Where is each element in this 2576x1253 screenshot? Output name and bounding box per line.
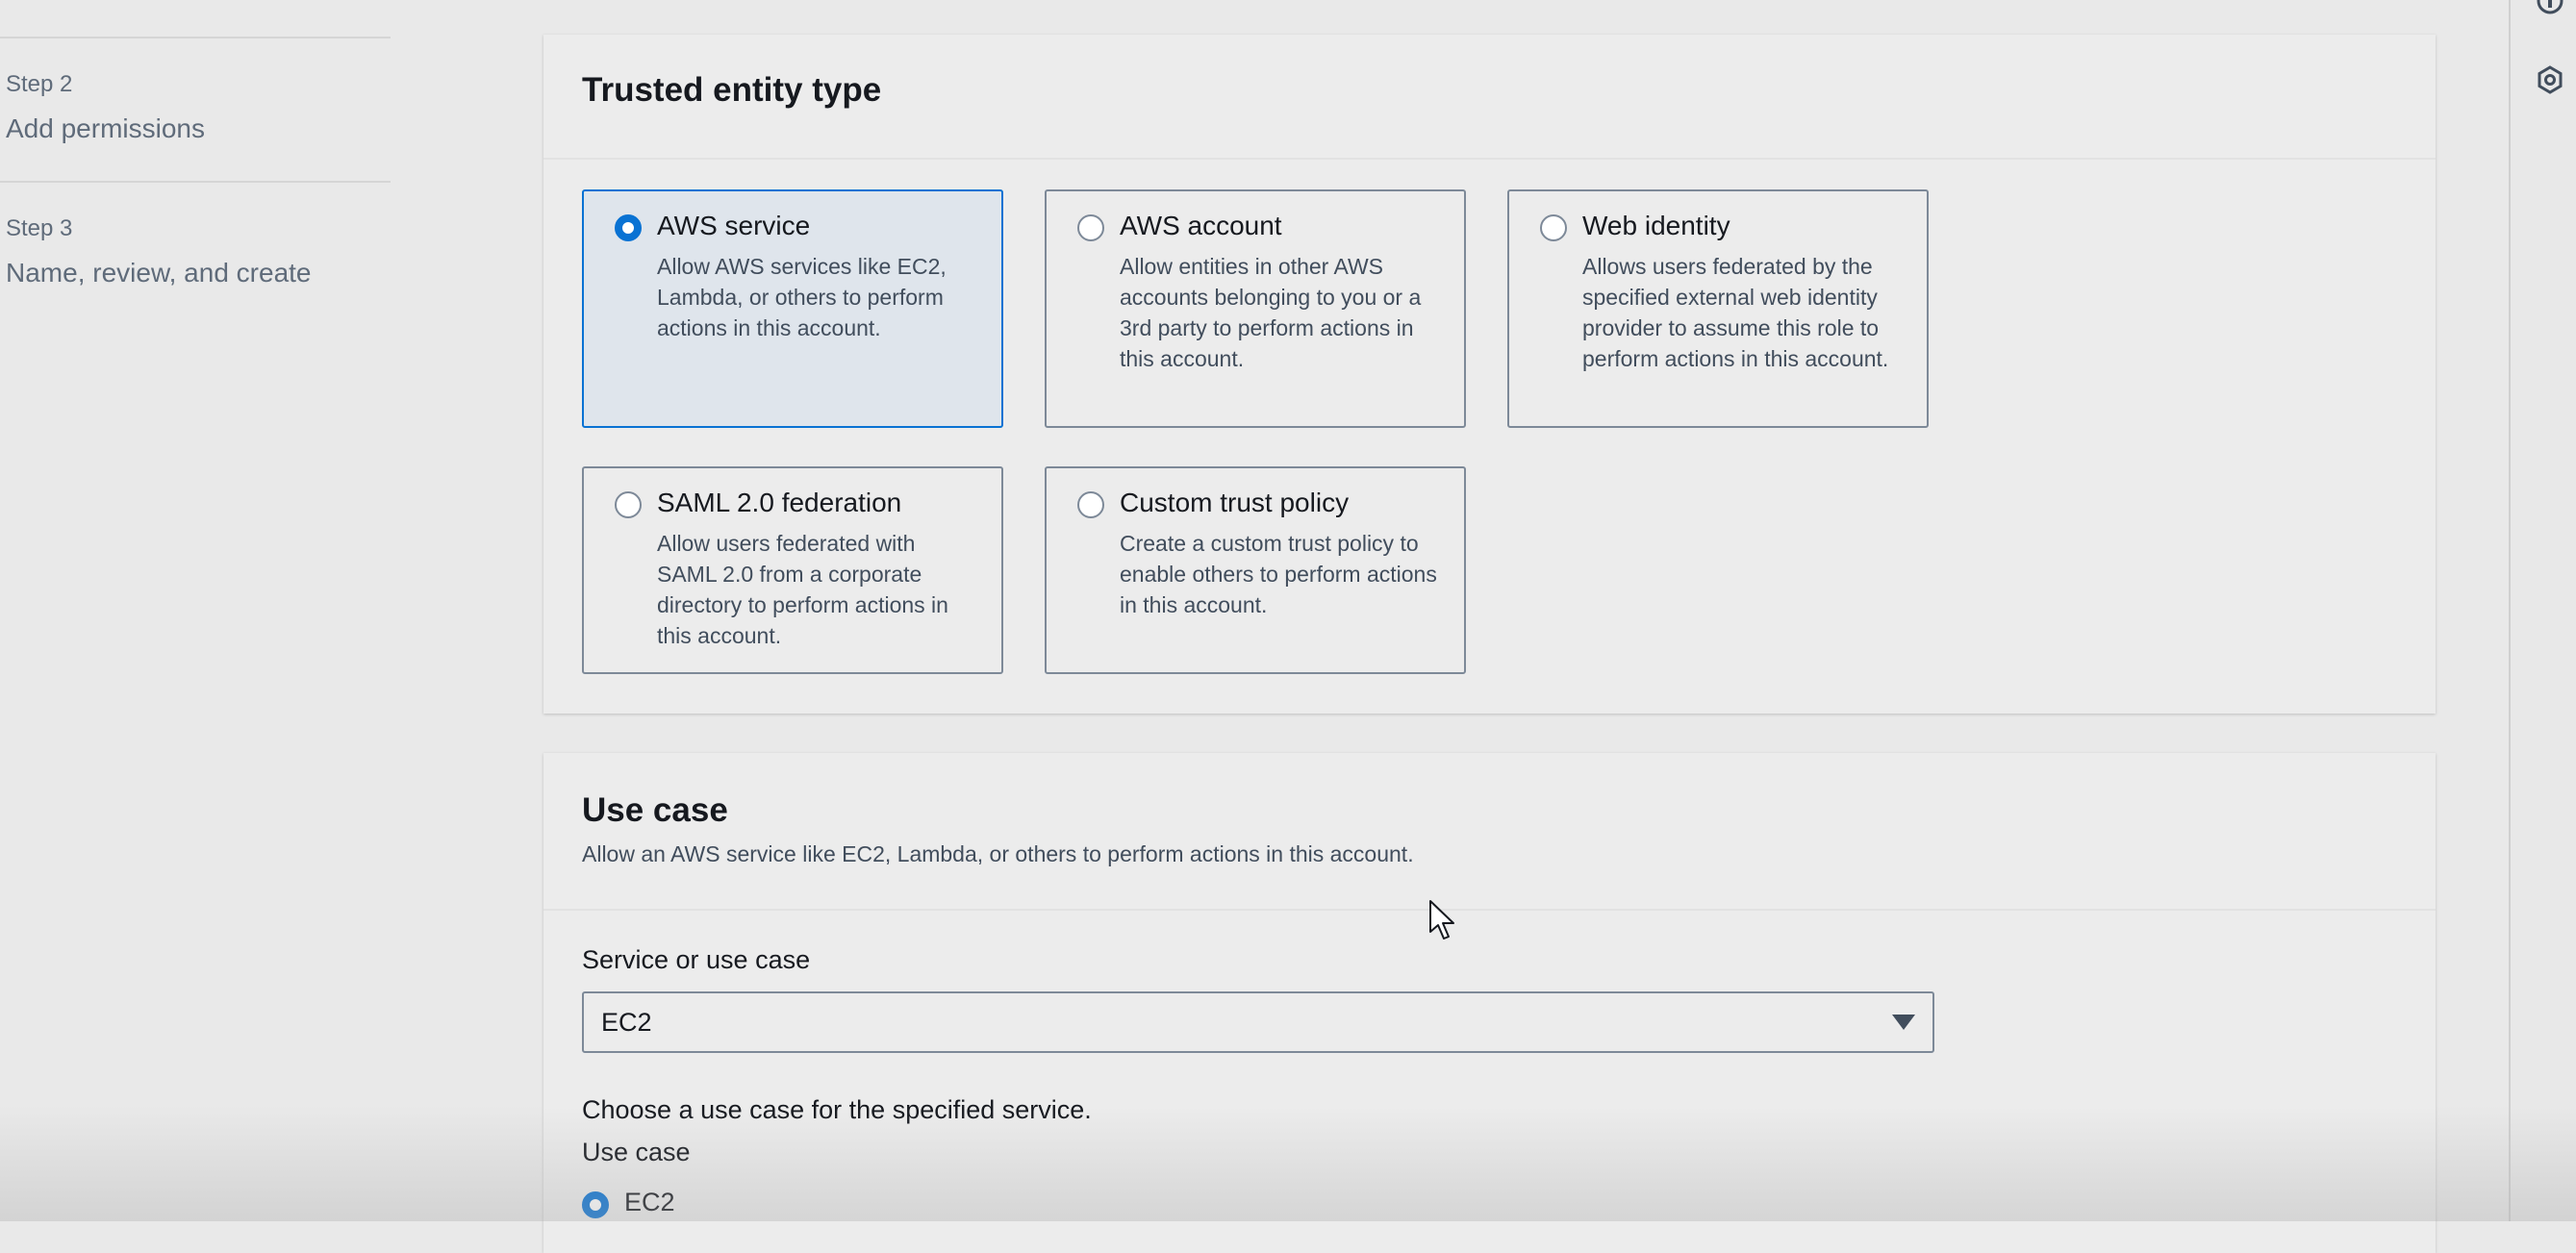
tile-label: Web identity — [1582, 211, 1730, 240]
tile-custom-trust-policy[interactable]: Custom trust policy Create a custom trus… — [1045, 466, 1466, 674]
use-case-ec2-radio[interactable] — [582, 1191, 609, 1218]
tile-saml-federation[interactable]: SAML 2.0 federation Allow users federate… — [582, 466, 1003, 674]
service-field-label: Service or use case — [582, 945, 811, 974]
use-case-description: Allow an AWS service like EC2, Lambda, o… — [582, 841, 1414, 866]
service-select-value: EC2 — [601, 1008, 652, 1037]
step-2-number: Step 2 — [6, 71, 73, 97]
tile-description: Allow entities in other AWS accounts bel… — [1120, 254, 1422, 371]
step-divider — [0, 181, 391, 183]
tile-label: Custom trust policy — [1120, 488, 1350, 517]
use-case-field-label: Use case — [582, 1138, 691, 1166]
custom-trust-policy-radio[interactable] — [1077, 491, 1104, 518]
choose-use-case-text: Choose a use case for the specified serv… — [582, 1095, 1092, 1124]
step-2-title[interactable]: Add permissions — [6, 113, 205, 144]
mouse-cursor-icon — [1428, 899, 1457, 941]
trusted-entity-title: Trusted entity type — [582, 71, 882, 109]
caret-down-icon — [1892, 1015, 1915, 1030]
tile-description: Allows users federated by the specified … — [1582, 254, 1889, 371]
use-case-title: Use case — [582, 791, 728, 829]
service-select[interactable]: EC2 — [582, 991, 1934, 1053]
step-divider — [0, 37, 391, 38]
use-case-container: Use case Allow an AWS service like EC2, … — [543, 753, 2436, 1253]
tile-description: Allow users federated with SAML 2.0 from… — [657, 531, 948, 648]
trusted-entity-header: Trusted entity type — [543, 35, 2436, 160]
settings-hexagon-icon[interactable] — [2536, 65, 2564, 94]
step-3-number: Step 3 — [6, 215, 73, 241]
web-identity-radio[interactable] — [1540, 214, 1567, 241]
tile-description: Allow AWS services like EC2, Lambda, or … — [657, 254, 947, 340]
use-case-ec2-label: EC2 — [624, 1188, 675, 1216]
tile-aws-service[interactable]: AWS service Allow AWS services like EC2,… — [582, 189, 1003, 428]
tile-web-identity[interactable]: Web identity Allows users federated by t… — [1507, 189, 1929, 428]
tile-aws-account[interactable]: AWS account Allow entities in other AWS … — [1045, 189, 1466, 428]
saml-federation-radio[interactable] — [615, 491, 642, 518]
aws-service-radio[interactable] — [615, 214, 642, 241]
tile-label: AWS service — [657, 211, 811, 240]
tile-label: AWS account — [1120, 211, 1282, 240]
aws-account-radio[interactable] — [1077, 214, 1104, 241]
info-icon[interactable] — [2536, 0, 2564, 15]
step-3-title[interactable]: Name, review, and create — [6, 258, 312, 288]
use-case-header: Use case Allow an AWS service like EC2, … — [543, 753, 2436, 911]
trusted-entity-container: Trusted entity type AWS service Allow AW… — [543, 35, 2436, 714]
utility-rail — [2509, 0, 2576, 1221]
tile-label: SAML 2.0 federation — [657, 488, 902, 517]
tile-description: Create a custom trust policy to enable o… — [1120, 531, 1437, 617]
